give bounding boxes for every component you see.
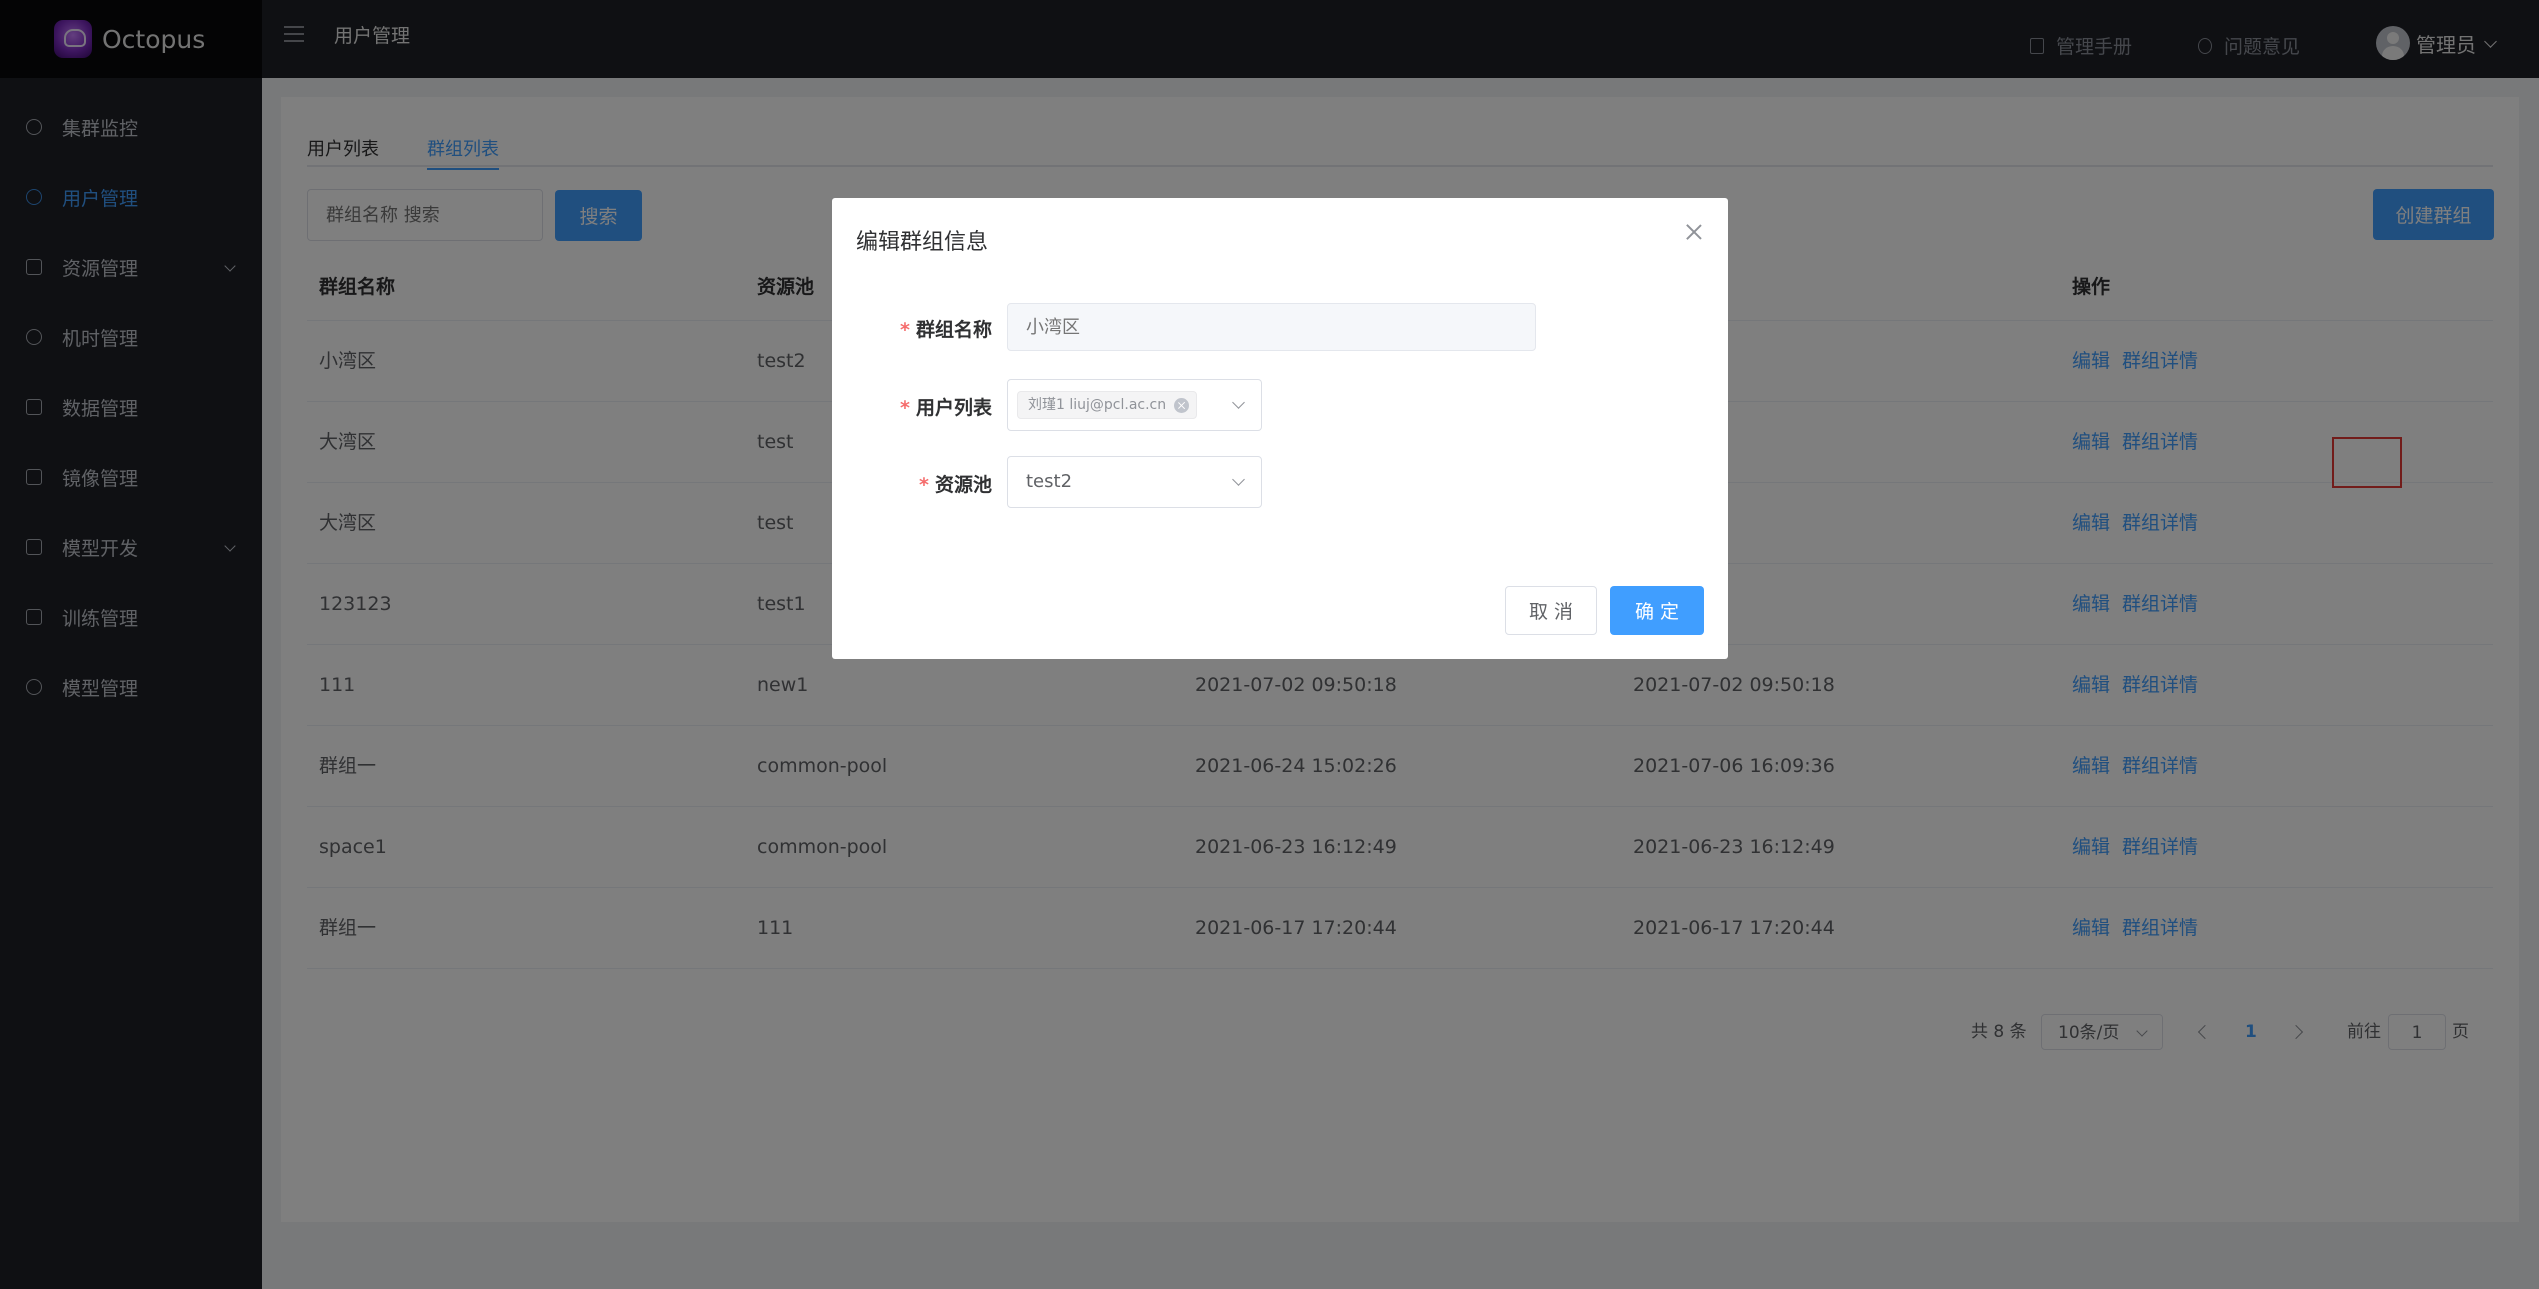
resource-pool-select[interactable]: test2 bbox=[1007, 456, 1262, 508]
dialog-title: 编辑群组信息 bbox=[856, 230, 989, 255]
resource-pool-label: * 资源池 bbox=[919, 474, 992, 496]
tag-remove-icon[interactable] bbox=[1174, 398, 1190, 413]
resource-pool-value: test2 bbox=[1026, 471, 1073, 492]
close-icon[interactable] bbox=[1686, 224, 1702, 240]
user-tag-label: 刘瑾1 liuj@pcl.ac.cn bbox=[1028, 397, 1167, 413]
group-name-input bbox=[1007, 303, 1536, 351]
chevron-down-icon bbox=[1232, 473, 1245, 486]
user-list-label: * 用户列表 bbox=[900, 397, 992, 419]
edit-group-dialog: 编辑群组信息 *群组名称 *用户列表 刘瑾1 liuj@pcl.ac.cn *资… bbox=[832, 198, 1728, 659]
user-tag: 刘瑾1 liuj@pcl.ac.cn bbox=[1017, 391, 1198, 419]
confirm-button[interactable]: 确 定 bbox=[1610, 586, 1704, 635]
cancel-button[interactable]: 取 消 bbox=[1505, 586, 1597, 635]
group-name-label: * 群组名称 bbox=[900, 319, 992, 341]
chevron-down-icon bbox=[1232, 396, 1245, 409]
user-list-select[interactable]: 刘瑾1 liuj@pcl.ac.cn bbox=[1007, 379, 1262, 431]
